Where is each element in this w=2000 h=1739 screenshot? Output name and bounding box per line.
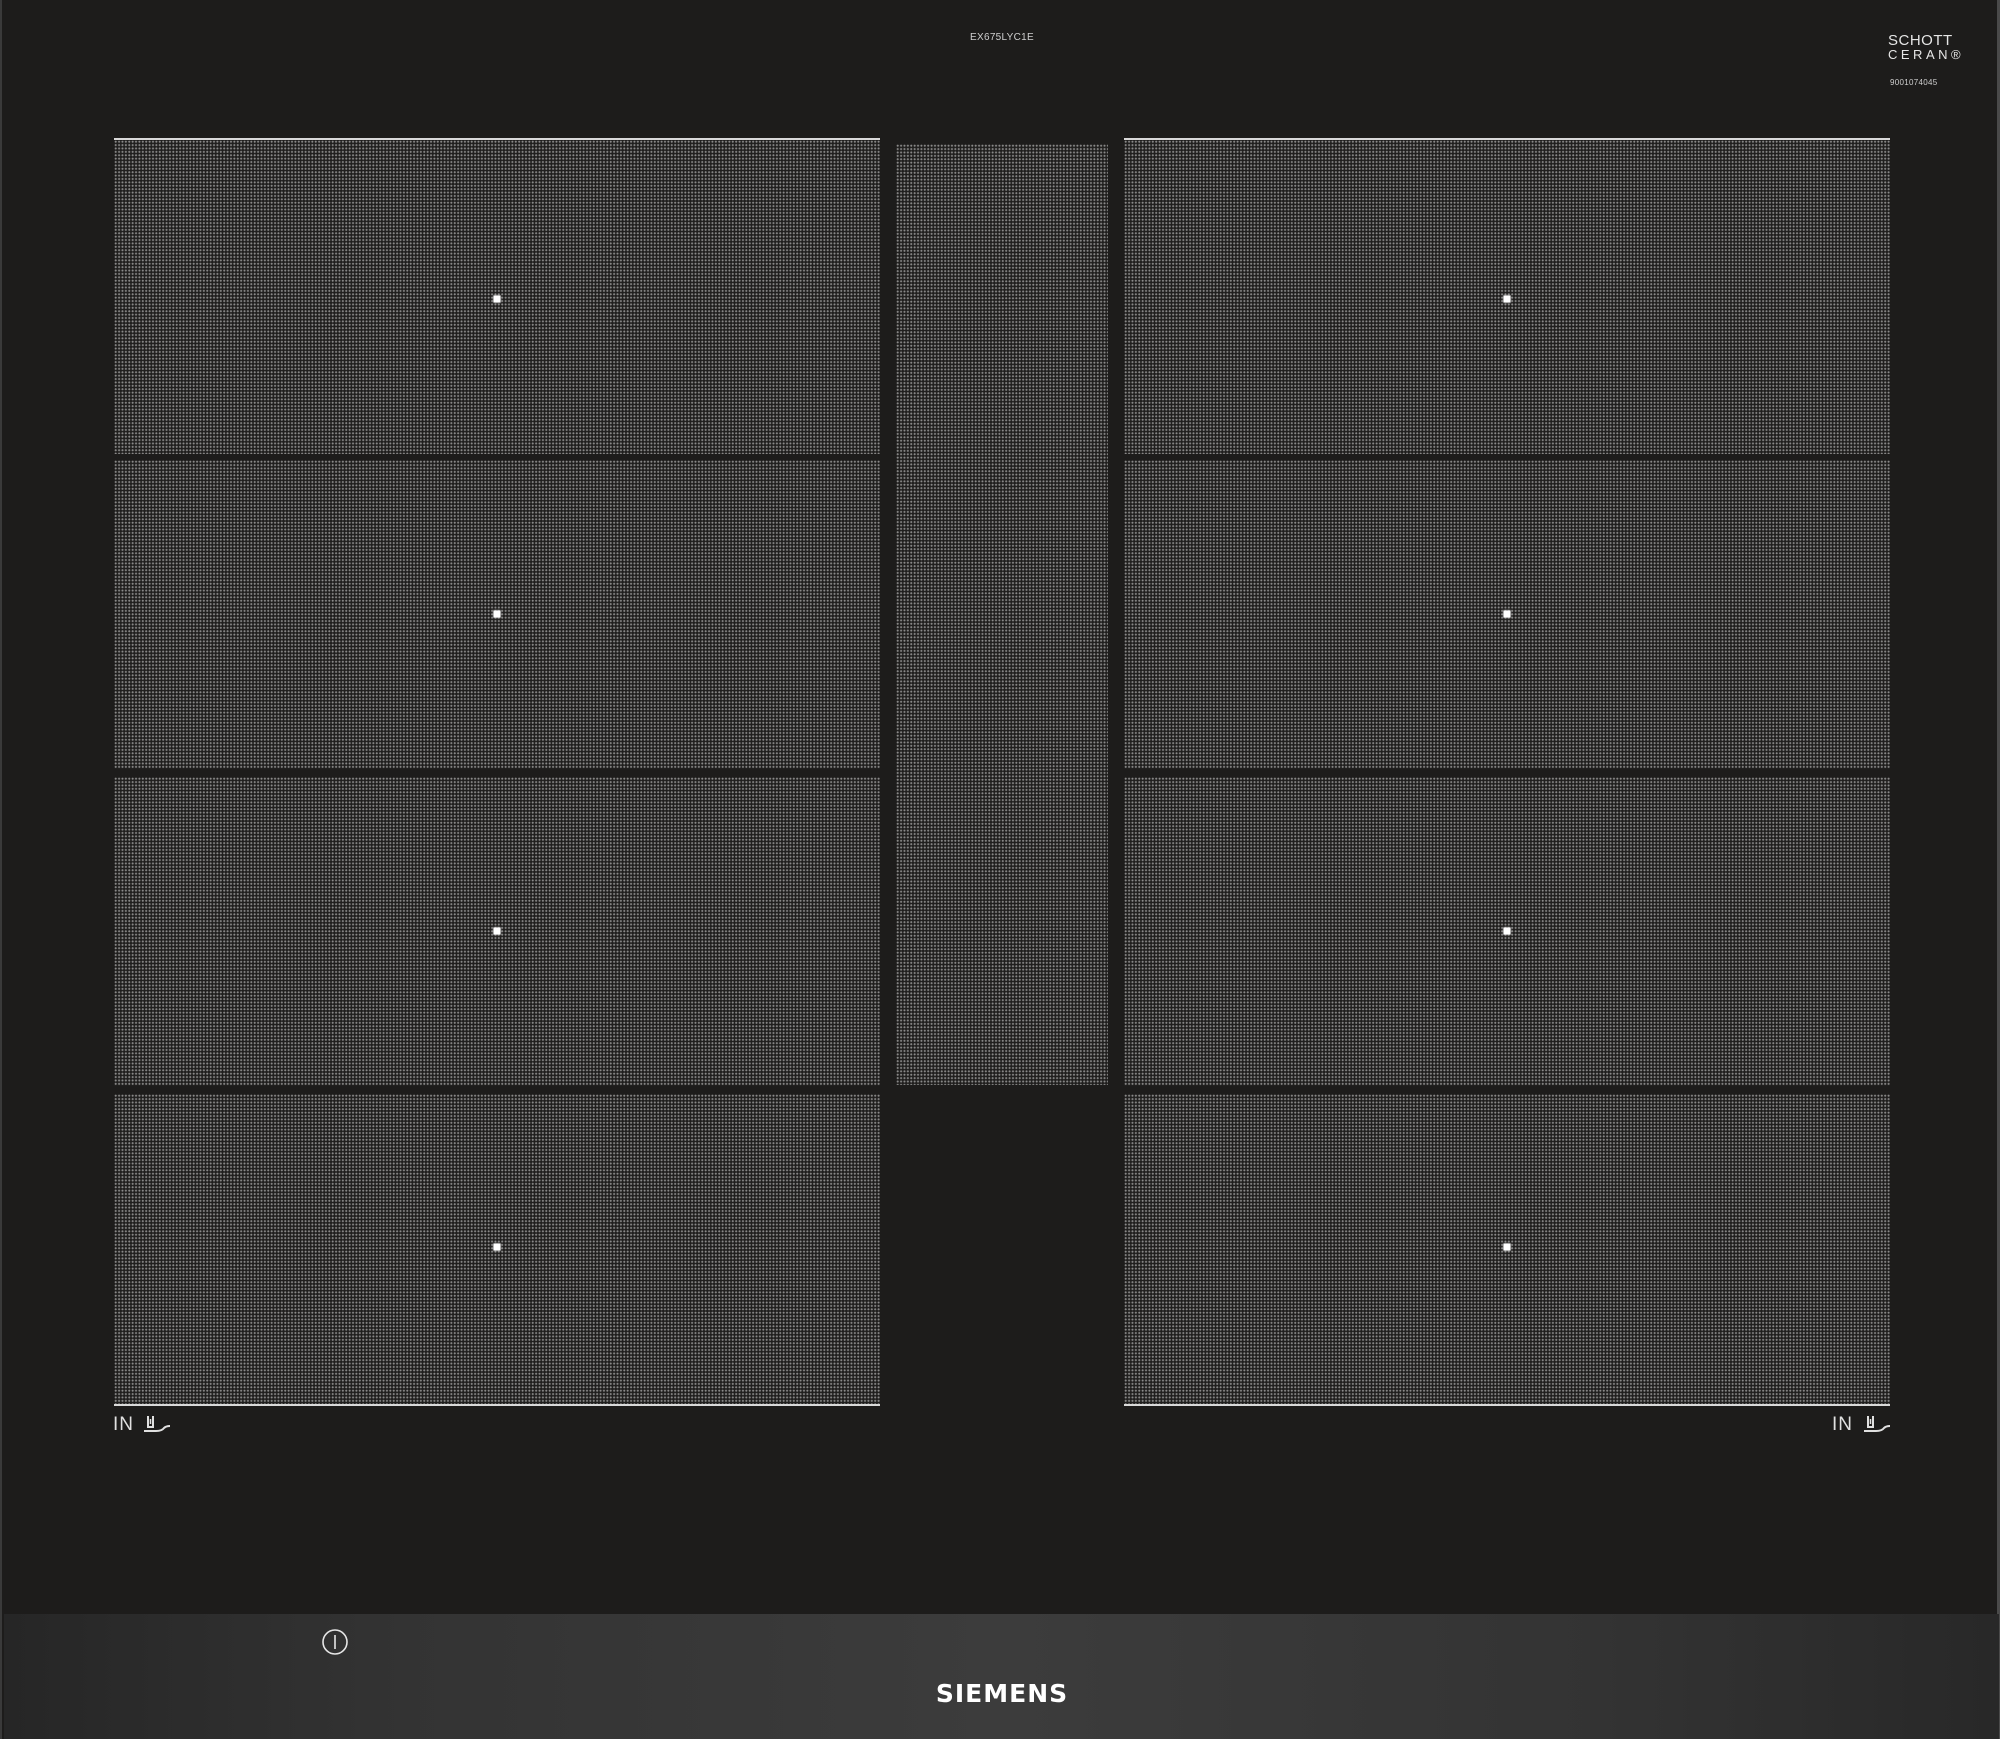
pan-on-burner-icon xyxy=(142,1413,172,1437)
cooking-zone-left-3 xyxy=(114,777,880,1086)
zone-center-mark xyxy=(493,295,501,303)
zone-center-mark xyxy=(1503,610,1511,618)
model-number: EX675LYC1E xyxy=(970,32,1034,43)
cooking-zone-left-1 xyxy=(114,138,880,454)
cooking-zone-middle xyxy=(896,144,1108,1085)
power-icon[interactable] xyxy=(321,1628,349,1656)
zone-center-mark xyxy=(1503,927,1511,935)
brand-logo: SIEMENS xyxy=(935,1679,1069,1708)
induction-hob: EX675LYC1E SCHOTT CERAN® 9001074045 IN I… xyxy=(0,0,2000,1739)
cooking-zone-right-3 xyxy=(1124,777,1890,1086)
glass-brand-line1: SCHOTT xyxy=(1888,32,1953,49)
cooking-zone-right-2 xyxy=(1124,460,1890,769)
zone-center-mark xyxy=(1503,295,1511,303)
pan-on-burner-icon xyxy=(1862,1413,1892,1437)
induction-label-left: IN xyxy=(113,1414,134,1435)
zone-center-mark xyxy=(493,610,501,618)
cooking-zone-left-4 xyxy=(114,1094,880,1406)
glass-brand-logo: SCHOTT CERAN® xyxy=(1888,32,1968,62)
cooking-zone-right-4 xyxy=(1124,1094,1890,1406)
zone-center-mark xyxy=(1503,1243,1511,1251)
control-panel xyxy=(4,1614,1999,1739)
cooking-zone-right-1 xyxy=(1124,138,1890,454)
glass-part-number: 9001074045 xyxy=(1890,78,1938,87)
induction-label-right: IN xyxy=(1832,1414,1853,1435)
zone-center-mark xyxy=(493,927,501,935)
glass-brand-line2: CERAN® xyxy=(1888,47,1965,62)
zone-center-mark xyxy=(493,1243,501,1251)
cooking-zone-left-2 xyxy=(114,460,880,769)
